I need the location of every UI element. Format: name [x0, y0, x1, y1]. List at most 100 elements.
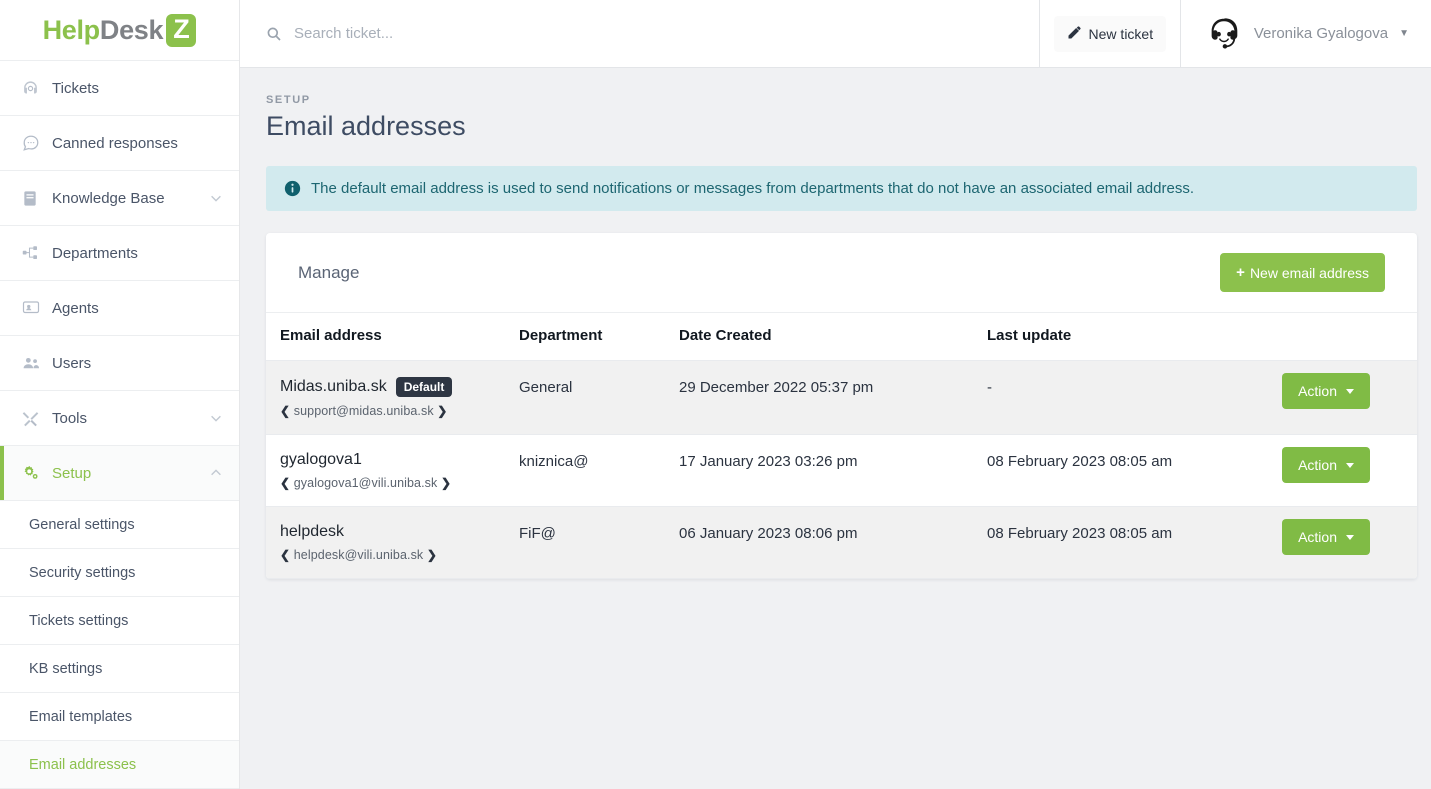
email-name: gyalogova1: [280, 451, 362, 468]
user-name: Veronika Gyalogova: [1253, 25, 1389, 42]
email-name-wrap: helpdesk: [280, 523, 519, 541]
card-title: Manage: [298, 262, 360, 282]
breadcrumb: SETUP: [266, 94, 311, 106]
plus-icon: +: [1236, 264, 1245, 281]
brand-text: Help Desk Z: [43, 13, 197, 47]
brand-logo[interactable]: Help Desk Z: [0, 0, 239, 61]
action-dropdown-button[interactable]: Action: [1282, 447, 1370, 483]
sidebar-item-agents[interactable]: Agents: [0, 281, 239, 336]
card-header: Manage + New email address: [266, 233, 1417, 313]
compose-icon: [1067, 25, 1082, 43]
column-header-email: Email address: [266, 313, 519, 361]
new-ticket-label: New ticket: [1088, 25, 1154, 42]
angle-left-icon: ❮: [280, 404, 291, 418]
email-name: Midas.uniba.sk: [280, 378, 387, 395]
topbar: New ticket Veronika Gyalogova ▼: [240, 0, 1431, 68]
sidebar-subitem-label: Tickets settings: [29, 612, 129, 629]
table-row: gyalogova1 ❮ gyalogova1@vili.uniba.sk ❯ …: [266, 435, 1417, 507]
cell-action: Action: [1277, 435, 1417, 507]
angle-left-icon: ❮: [280, 476, 291, 490]
angle-left-icon: ❮: [280, 548, 291, 562]
sidebar-item-label: Canned responses: [52, 134, 178, 152]
book-icon: [22, 190, 52, 207]
table-head: Email address Department Date Created La…: [266, 313, 1417, 361]
sidebar-subitem-kb-settings[interactable]: KB settings: [0, 645, 239, 693]
new-ticket-button[interactable]: New ticket: [1053, 15, 1167, 52]
chevron-up-icon: [209, 466, 223, 480]
sidebar-item-tickets[interactable]: Tickets: [0, 61, 239, 116]
action-dropdown-button[interactable]: Action: [1282, 519, 1370, 555]
chevron-down-icon: ▼: [1399, 28, 1409, 39]
sidebar-nav: Tickets Canned responses Knowledge Base: [0, 61, 239, 789]
sidebar-subitem-label: Email templates: [29, 708, 133, 725]
chat-bubble-icon: [22, 134, 52, 152]
sidebar-item-label: Agents: [52, 299, 99, 317]
cell-department: FiF@: [519, 525, 556, 542]
sidebar-subitem-label: Email addresses: [29, 756, 137, 773]
email-addresses-table: Email address Department Date Created La…: [266, 313, 1417, 579]
headset-icon: [22, 80, 52, 97]
cell-email: gyalogova1 ❮ gyalogova1@vili.uniba.sk ❯: [266, 435, 519, 507]
wrench-icon: [22, 410, 52, 427]
cell-date-created: 17 January 2023 03:26 pm: [679, 453, 858, 470]
sidebar-item-setup[interactable]: Setup: [0, 446, 239, 501]
table-body: Midas.uniba.sk Default ❮ support@midas.u…: [266, 360, 1417, 579]
new-email-address-label: New email address: [1249, 264, 1369, 281]
cell-department: General: [519, 379, 573, 396]
sidebar: Help Desk Z Tickets Canned responses Kno…: [0, 0, 240, 789]
user-menu[interactable]: Veronika Gyalogova ▼: [1181, 0, 1431, 67]
status-badge: Default: [395, 377, 453, 397]
sidebar-subitem-email-templates[interactable]: Email templates: [0, 693, 239, 741]
sidebar-item-label: Tools: [52, 409, 88, 427]
email-name-wrap: gyalogova1: [280, 451, 519, 469]
table-header-row: Email address Department Date Created La…: [266, 313, 1417, 361]
search-input[interactable]: [294, 25, 1039, 42]
cell-email: helpdesk ❮ helpdesk@vili.uniba.sk ❯: [266, 507, 519, 579]
sidebar-subitem-general-settings[interactable]: General settings: [0, 501, 239, 549]
gears-icon: [22, 464, 52, 482]
action-label: Action: [1298, 383, 1337, 399]
sidebar-subitem-label: Security settings: [29, 564, 136, 581]
app-root: Help Desk Z Tickets Canned responses Kno…: [0, 0, 1431, 789]
alert-text: The default email address is used to sen…: [311, 180, 1194, 197]
sidebar-item-canned-responses[interactable]: Canned responses: [0, 116, 239, 171]
brand-desk: Desk: [99, 14, 164, 45]
new-email-address-button[interactable]: + New email address: [1220, 253, 1385, 292]
table-row: Midas.uniba.sk Default ❮ support@midas.u…: [266, 360, 1417, 435]
action-label: Action: [1298, 457, 1337, 473]
page-title: Email addresses: [266, 111, 466, 141]
sidebar-subitem-security-settings[interactable]: Security settings: [0, 549, 239, 597]
column-header-action: [1277, 313, 1417, 361]
email-address-value: helpdesk@vili.uniba.sk: [293, 548, 424, 562]
email-name: helpdesk: [280, 523, 345, 540]
action-dropdown-button[interactable]: Action: [1282, 373, 1370, 409]
new-ticket-container: New ticket: [1038, 0, 1181, 67]
email-address-sub: ❮ helpdesk@vili.uniba.sk ❯: [280, 548, 519, 562]
main-area: New ticket Veronika Gyalogova ▼: [240, 0, 1431, 789]
sidebar-item-label: Users: [52, 354, 92, 372]
brand-z: Z: [166, 13, 197, 47]
sidebar-item-users[interactable]: Users: [0, 336, 239, 391]
avatar: [1204, 14, 1243, 53]
sidebar-item-label: Tickets: [52, 79, 99, 97]
sidebar-item-tools[interactable]: Tools: [0, 391, 239, 446]
action-label: Action: [1298, 529, 1337, 545]
sidebar-subitem-email-addresses[interactable]: Email addresses: [0, 741, 239, 789]
cell-last-update: 08 February 2023 08:05 am: [987, 525, 1173, 542]
caret-down-icon: [1346, 462, 1354, 468]
info-alert: The default email address is used to sen…: [266, 166, 1417, 211]
email-address-value: support@midas.uniba.sk: [293, 404, 434, 418]
caret-down-icon: [1346, 388, 1354, 394]
chevron-down-icon: [209, 191, 223, 205]
table-row: helpdesk ❮ helpdesk@vili.uniba.sk ❯ FiF@…: [266, 506, 1417, 579]
cell-last-update: 08 February 2023 08:05 am: [987, 453, 1173, 470]
agent-icon: [22, 299, 52, 317]
email-name-wrap: Midas.uniba.sk Default: [280, 377, 519, 397]
angle-right-icon: ❯: [440, 476, 452, 490]
column-header-last-update: Last update: [987, 313, 1277, 361]
sidebar-item-knowledge-base[interactable]: Knowledge Base: [0, 171, 239, 226]
manage-card: Manage + New email address Email address…: [266, 233, 1417, 579]
column-header-department: Department: [519, 313, 679, 361]
sidebar-item-departments[interactable]: Departments: [0, 226, 239, 281]
sidebar-subitem-tickets-settings[interactable]: Tickets settings: [0, 597, 239, 645]
